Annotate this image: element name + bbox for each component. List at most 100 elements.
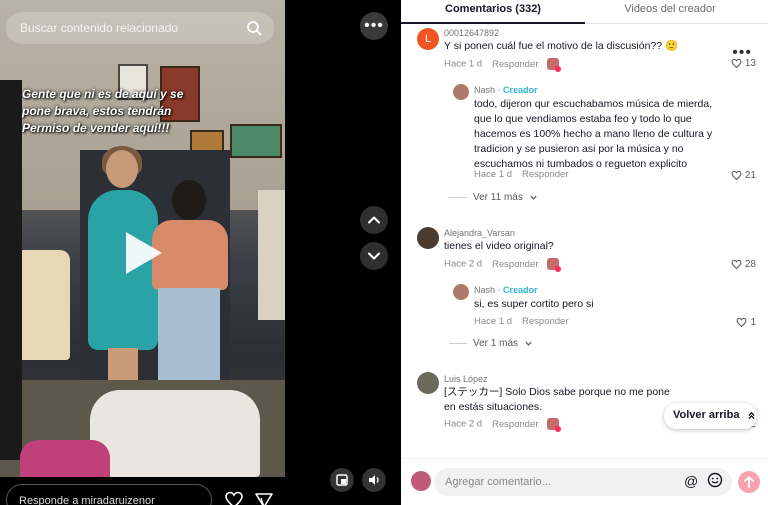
reply-button[interactable]: Responder [522,169,568,180]
avatar[interactable] [417,372,439,394]
creator-liked-icon [546,418,561,432]
comments-panel: Comentarios (332) Videos del creador •••… [401,0,768,505]
comment-username[interactable]: Luis López [444,374,488,384]
video-scene-rack [0,80,22,460]
video-scene-fabric [20,440,110,477]
comment-text: Y si ponen cuál fue el motivo de la disc… [444,40,679,52]
video-caption-overlay: Gente que ni es de aquí y se pone brava,… [22,87,184,135]
comment-time: Hace 1 d [474,316,513,327]
chevron-down-icon [368,252,380,260]
like-count: 1 [750,317,756,328]
comment-text: [ステッカー] Solo Dios sabe porque no me pone… [444,386,670,413]
speaker-icon [369,475,379,485]
comment-reply-item: Nash · Creador si, es super cortito pero… [401,284,768,328]
video-person-2 [150,180,230,380]
back-to-top-button[interactable]: Volver arriba [664,403,757,429]
comment-username[interactable]: Alejandra_Varsan [444,228,515,238]
avatar-letter: L [424,33,432,45]
reply-username: Nash [474,285,496,295]
comment-text: si, es super cortito pero si [474,298,594,310]
related-search-placeholder: Buscar contenido relacionado [20,21,179,35]
avatar[interactable]: L [417,28,439,50]
double-chevron-up-icon [747,411,755,419]
avatar[interactable] [417,227,439,249]
chevron-down-icon [529,195,537,200]
comment-meta: Hace 1 d Responder [474,316,569,327]
reply-button[interactable]: Responder [522,316,568,327]
next-video-button[interactable] [360,242,388,270]
comment-username[interactable]: 00012647892 [444,28,499,38]
reply-button[interactable]: Responder [492,59,538,70]
send-icon [255,493,273,505]
comment-username[interactable]: Nash · Creador [474,285,538,295]
related-search-bar[interactable]: Buscar contenido relacionado [6,12,274,44]
view-more-replies[interactable]: Ver 11 más [449,192,538,203]
previous-video-button[interactable] [360,206,388,234]
like-count: 28 [744,259,756,270]
more-dots-icon: ••• [364,17,384,34]
comment-composer: Agregar comentario... @ [401,458,768,505]
comment-time: Hace 2 d [444,258,483,270]
tab-comments[interactable]: Comentarios (332) [401,0,585,24]
video-reply-input[interactable]: Responde a miradaruizenor [6,484,212,505]
my-avatar [411,471,431,491]
comment-item: Alejandra_Varsan tienes el video origina… [401,227,768,277]
video-scene-easel [258,190,285,320]
chevron-up-icon [368,216,380,224]
video-pane: Buscar contenido relacionado Gente que n… [0,0,401,505]
pip-button[interactable] [330,468,354,492]
comment-like-button[interactable]: 21 [731,170,756,181]
reply-username: Nash [474,85,496,95]
view-more-label: Ver 11 más [473,192,523,203]
video-player[interactable]: Buscar contenido relacionado Gente que n… [0,0,285,477]
comments-tabs: Comentarios (332) Videos del creador [401,0,768,24]
like-count: 21 [744,170,756,181]
picture-in-picture-icon [336,474,348,486]
play-icon[interactable] [126,232,162,274]
comment-text: todo, dijeron qur escuchabamos música de… [474,98,713,170]
heart-icon [225,491,243,505]
share-button[interactable] [254,490,276,505]
heart-outline-icon [736,317,747,328]
avatar[interactable] [453,284,469,300]
heart-outline-icon [731,259,742,270]
comment-like-button[interactable]: 1 [736,317,756,328]
comment-time: Hace 1 d [474,169,513,180]
search-icon[interactable] [246,20,262,36]
creator-liked-icon [546,58,561,72]
comment-like-button[interactable]: 28 [731,259,756,270]
video-scene-bag [90,390,260,477]
reply-button[interactable]: Responder [492,259,538,270]
tiktok-video-page: Buscar contenido relacionado Gente que n… [0,0,768,505]
reply-button[interactable]: Responder [492,419,538,430]
avatar[interactable] [453,84,469,100]
chevron-down-icon [525,341,532,346]
comment-like-button[interactable]: 13 [731,58,756,69]
more-options-button[interactable]: ••• [360,12,388,40]
video-scene-painting [230,124,282,158]
view-more-label: Ver 1 más [473,338,519,349]
comment-text: tienes el video original? [444,240,554,252]
comment-meta: Hace 1 d Responder [474,169,569,180]
creator-badge: Creador [503,285,538,295]
comment-username[interactable]: Nash · Creador [474,85,538,95]
mention-icon[interactable]: @ [684,473,698,489]
heart-outline-icon [731,170,742,181]
comment-reply-item: Nash · Creador todo, dijeron qur escucha… [401,84,768,184]
comment-meta: Hace 2 d Responder [444,418,561,432]
like-heart-button[interactable] [224,490,246,505]
comment-time: Hace 1 d [444,58,483,70]
emoji-icon[interactable] [707,472,723,493]
tab-creator-videos[interactable]: Videos del creador [585,0,755,24]
send-comment-button[interactable] [738,471,760,493]
volume-button[interactable] [362,468,386,492]
comment-item: L 00012647892 Y si ponen cuál fue el mot… [401,28,768,78]
view-more-replies[interactable]: Ver 1 más [449,338,533,349]
like-count: 13 [744,58,756,69]
back-to-top-label: Volver arriba [673,409,740,421]
creator-badge: Creador [503,85,538,95]
arrow-up-icon [744,475,754,488]
comment-time: Hace 2 d [444,418,483,430]
creator-liked-icon [546,258,561,272]
comment-meta: Hace 1 d Responder [444,58,561,72]
